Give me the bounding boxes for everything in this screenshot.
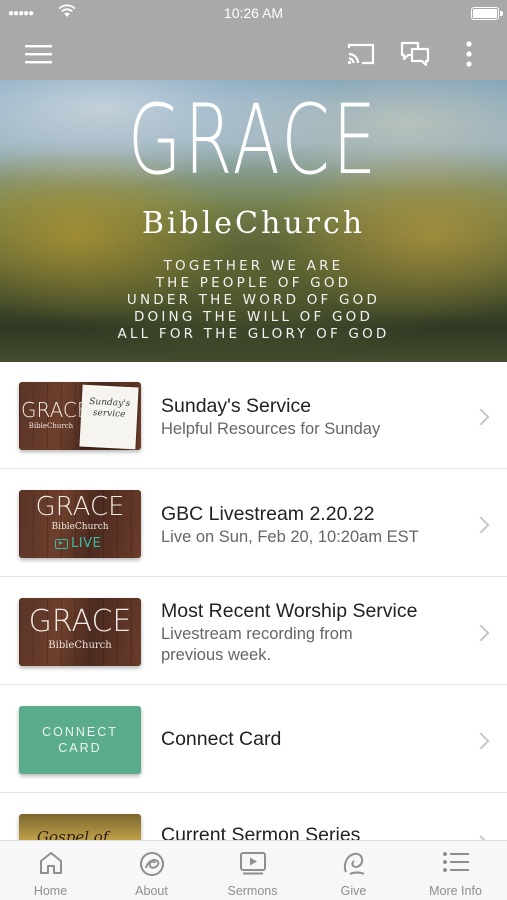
chat-bubbles-icon[interactable] [396,36,434,72]
tab-home[interactable]: Home [0,841,101,900]
home-icon [39,852,62,874]
status-time: 10:26 AM [223,5,284,21]
tab-label: Sermons [227,884,278,898]
tab-give[interactable]: Give [303,841,404,900]
video-player-icon [239,852,266,875]
tab-label: Home [33,884,68,898]
livestream-thumbnail: GRACE BibleChurch LIVE [19,490,141,558]
chevron-right-icon [472,624,490,642]
toolbar [0,30,507,78]
thumb-logo: GRACE [21,398,90,422]
list-item-sundays-service[interactable]: GRACE BibleChurch Sunday's service Sunda… [0,362,507,469]
list-item-subtitle-line: Livestream recording from [161,625,353,643]
thumb-logo: GRACE [28,604,132,639]
thumb-logo-sub: BibleChurch [48,640,112,651]
cast-icon[interactable] [342,36,380,72]
list-item-livestream[interactable]: GRACE BibleChurch LIVE GBC Livestream 2.… [0,470,507,577]
chevron-right-icon [472,732,490,750]
list-item-worship-service[interactable]: GRACE BibleChurch Most Recent Worship Se… [0,578,507,685]
list-item-subtitle-line: previous week. [161,646,272,664]
live-badge-text: LIVE [71,536,102,551]
list-item-title: Connect Card [161,728,282,750]
hamburger-menu-icon[interactable] [20,36,58,72]
hero-banner: GRACE BibleChurch TOGETHER WE ARE THE PE… [0,80,507,362]
hero-logo-title: GRACE [127,84,380,196]
list-item-subtitle: Live on Sun, Feb 20, 10:20am EST [161,528,419,546]
connect-card-thumbnail: CONNECT CARD [19,706,141,774]
hero-tagline-line: UNDER THE WORD OF GOD [126,292,381,308]
thumb-paper-note: Sunday's service [79,384,139,450]
app-header: ●●●●● 10:26 AM [0,0,507,80]
tab-label: About [135,884,168,898]
thumb-logo-sub: BibleChurch [28,422,74,430]
give-swirl-icon [343,852,364,875]
about-swirl-icon [139,852,164,876]
tab-more-info[interactable]: More Info [404,841,507,900]
play-icon [55,538,68,549]
hero-tagline-line: DOING THE WILL OF GOD [133,309,374,325]
hero-tagline-line: TOGETHER WE ARE [163,258,344,274]
worship-service-thumbnail: GRACE BibleChurch [19,598,141,666]
thumb-logo-sub: BibleChurch [51,522,109,532]
hero-logo-subtitle: BibleChurch [141,206,366,241]
tab-sermons[interactable]: Sermons [202,841,303,900]
chevron-right-icon [472,516,490,534]
battery-icon [471,7,503,20]
list-item-title: Most Recent Worship Service [161,600,418,622]
tab-label: Give [340,884,367,898]
status-bar: ●●●●● 10:26 AM [0,0,507,28]
thumb-text-line: CARD [58,741,102,755]
tab-label: More Info [429,884,482,898]
list-icon [442,852,469,872]
tab-about[interactable]: About [101,841,202,900]
live-badge: LIVE [55,536,101,551]
hero-tagline-line: THE PEOPLE OF GOD [155,275,352,291]
chevron-right-icon [472,408,490,426]
vertical-ellipsis-icon[interactable] [450,36,488,72]
hero-tagline-line: ALL FOR THE GLORY OF GOD [117,326,390,342]
sundays-service-thumbnail: GRACE BibleChurch Sunday's service [19,382,141,450]
bottom-tab-bar: Home About Sermons Give More Info [0,840,507,900]
list-item-connect-card[interactable]: CONNECT CARD Connect Card [0,686,507,793]
list-item-title: GBC Livestream 2.20.22 [161,503,375,525]
list-item-subtitle: Helpful Resources for Sunday [161,420,381,438]
thumb-note-text: Sunday's service [88,396,131,420]
thumb-text-line: CONNECT [42,725,118,739]
thumb-logo: GRACE [35,492,125,522]
list-item-title: Sunday's Service [161,395,312,417]
